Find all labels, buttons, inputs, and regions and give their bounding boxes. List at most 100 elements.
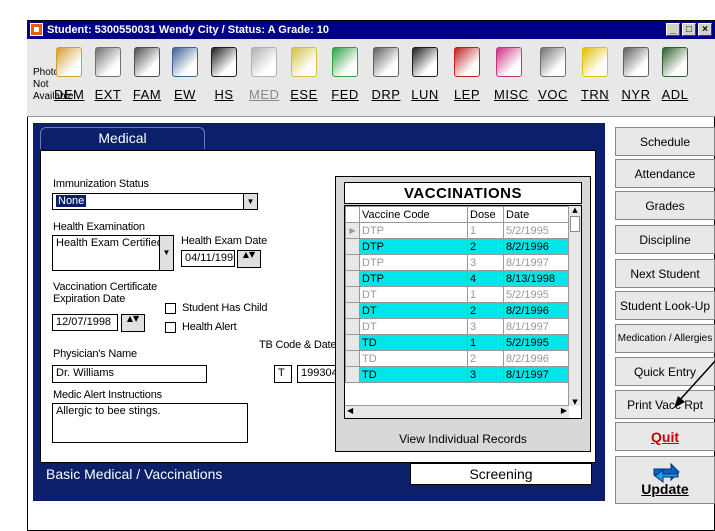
student-has-child-label: Student Has Child (182, 302, 268, 314)
print-vacc-rpt-button[interactable]: Print Vacc Rpt (615, 390, 715, 419)
vaccine-date-cell: 8/1/1997 (503, 254, 569, 271)
medic-alert-textarea[interactable]: Allergic to bee stings. (52, 403, 248, 443)
toolbar-trn-button[interactable]: TRN (580, 47, 610, 102)
table-row[interactable]: DT 2 8/2/1996 (345, 302, 569, 319)
toolbar-adl-button[interactable]: ADL (660, 47, 690, 102)
toolbar-fed-button[interactable]: FED (330, 47, 360, 102)
vaccine-dose-cell: 2 (467, 302, 504, 319)
vaccinations-panel: VACCINATIONS Vaccine Code Dose Date ▶ DTP… (335, 176, 591, 452)
toolbar-ew-button[interactable]: EW (170, 47, 200, 102)
row-selector[interactable] (345, 302, 360, 319)
cart-icon (172, 47, 198, 77)
discipline-button[interactable]: Discipline (615, 225, 715, 254)
row-selector[interactable] (345, 254, 360, 271)
vaccinations-grid[interactable]: Vaccine Code Dose Date ▶ DTP 1 5/2/1995 DTP 2… (344, 205, 582, 419)
tab-medical[interactable]: Medical (40, 127, 205, 149)
toolbar-ese-button[interactable]: ESE (289, 47, 319, 102)
health-examination-select[interactable]: Health Exam Certified ▼ (52, 235, 174, 271)
toolbar-lep-button[interactable]: LEP (452, 47, 482, 102)
column-header[interactable]: Vaccine Code (359, 206, 468, 223)
vaccine-code-cell: DTP (359, 254, 468, 271)
student-has-child-checkbox[interactable] (165, 303, 176, 314)
chevron-down-icon[interactable]: ▼ (243, 194, 257, 209)
toolbar-lun-button[interactable]: LUN (410, 47, 440, 102)
table-row[interactable]: TD 3 8/1/1997 (345, 366, 569, 383)
view-individual-records-button[interactable]: View Individual Records (344, 429, 582, 449)
row-selector-header (345, 206, 360, 223)
scroll-down-icon[interactable]: ▼ (569, 398, 581, 406)
row-selector[interactable] (345, 238, 360, 255)
toolbar-nyr-button[interactable]: NYR (621, 47, 651, 102)
quick-entry-button[interactable]: Quick Entry (615, 357, 715, 386)
scroll-left-icon[interactable]: ◀ (347, 406, 353, 415)
quit-button[interactable]: Quit (615, 422, 715, 451)
minimize-button[interactable]: _ (666, 23, 680, 36)
person-icon (662, 47, 688, 77)
medication-allergies-button[interactable]: Medication / Allergies (615, 324, 715, 353)
book-icon (454, 47, 480, 77)
table-row[interactable]: TD 2 8/2/1996 (345, 350, 569, 367)
grades-button[interactable]: Grades (615, 191, 715, 220)
scroll-up-icon[interactable]: ▲ (569, 206, 581, 214)
health-exam-date-field[interactable]: 04/11/1995 (181, 250, 235, 267)
vaccine-dose-cell: 2 (467, 350, 504, 367)
table-row[interactable]: DT 3 8/1/1997 (345, 318, 569, 335)
table-row[interactable]: DT 1 5/2/1995 (345, 286, 569, 303)
horizontal-scrollbar[interactable]: ◀ ▶ (345, 405, 569, 418)
row-selector[interactable] (345, 350, 360, 367)
current-row-icon[interactable]: ▶ (345, 222, 360, 239)
vaccine-dose-cell: 3 (467, 318, 504, 335)
toolbar-fam-button[interactable]: FAM (132, 47, 162, 102)
tab-basic-medical-vaccinations[interactable]: Basic Medical / Vaccinations (40, 463, 230, 485)
row-selector[interactable] (345, 270, 360, 287)
schedule-button[interactable]: Schedule (615, 127, 715, 156)
vaccine-dose-cell: 3 (467, 366, 504, 383)
table-row[interactable]: DTP 2 8/2/1996 (345, 238, 569, 255)
vaccine-date-cell: 8/2/1996 (503, 350, 569, 367)
tb-code-field[interactable]: T (274, 365, 292, 383)
vaccine-code-cell: DT (359, 318, 468, 335)
row-selector[interactable] (345, 318, 360, 335)
row-selector[interactable] (345, 286, 360, 303)
table-row[interactable]: ▶ DTP 1 5/2/1995 (345, 222, 569, 239)
date-spinner[interactable]: ▲▼ (121, 314, 145, 332)
vaccine-code-cell: DTP (359, 270, 468, 287)
vaccine-code-cell: DT (359, 286, 468, 303)
toolbar-misc-button[interactable]: MISC (494, 47, 528, 102)
next-student-button[interactable]: Next Student (615, 259, 715, 288)
scroll-right-icon[interactable]: ▶ (561, 406, 567, 415)
tab-screening[interactable]: Screening (410, 463, 592, 485)
toolbar-label: MED (249, 87, 280, 102)
row-selector[interactable] (345, 366, 360, 383)
toolbar-label: TRN (580, 87, 610, 102)
maximize-button[interactable]: □ (682, 23, 696, 36)
toolbar-voc-button[interactable]: VOC (538, 47, 568, 102)
health-alert-checkbox[interactable] (165, 322, 176, 333)
update-button[interactable]: Update (615, 456, 715, 504)
toolbar-drp-button[interactable]: DRP (371, 47, 401, 102)
table-row[interactable]: DTP 4 8/13/1998 (345, 270, 569, 287)
toolbar-dem-button[interactable]: DEM (54, 47, 84, 102)
scroll-thumb[interactable] (570, 216, 580, 232)
column-header[interactable]: Dose (467, 206, 504, 223)
student-lookup-button[interactable]: Student Look-Up (615, 291, 715, 320)
chevron-down-icon[interactable]: ▼ (159, 236, 173, 270)
vertical-scrollbar[interactable]: ▲ ▼ (568, 206, 581, 406)
table-row[interactable]: TD 1 5/2/1995 (345, 334, 569, 351)
immunization-status-select[interactable]: None ▼ (52, 193, 258, 210)
toolbar-hs-button[interactable]: HS (209, 47, 239, 102)
road-sign-icon (582, 47, 608, 77)
close-button[interactable]: × (698, 23, 712, 36)
medical-bag-icon (251, 47, 277, 77)
attendance-button[interactable]: Attendance (615, 159, 715, 188)
cabinet-icon (373, 47, 399, 77)
table-row[interactable]: DTP 3 8/1/1997 (345, 254, 569, 271)
column-header[interactable]: Date (503, 206, 569, 223)
toolbar-label: NYR (621, 87, 651, 102)
physician-name-field[interactable]: Dr. Williams (52, 365, 207, 383)
toolbar-ext-button[interactable]: EXT (93, 47, 123, 102)
toolbar-label: LEP (453, 87, 481, 102)
date-spinner[interactable]: ▲▼ (237, 250, 261, 268)
row-selector[interactable] (345, 334, 360, 351)
vacc-cert-expiration-field[interactable]: 12/07/1998 (52, 314, 118, 331)
